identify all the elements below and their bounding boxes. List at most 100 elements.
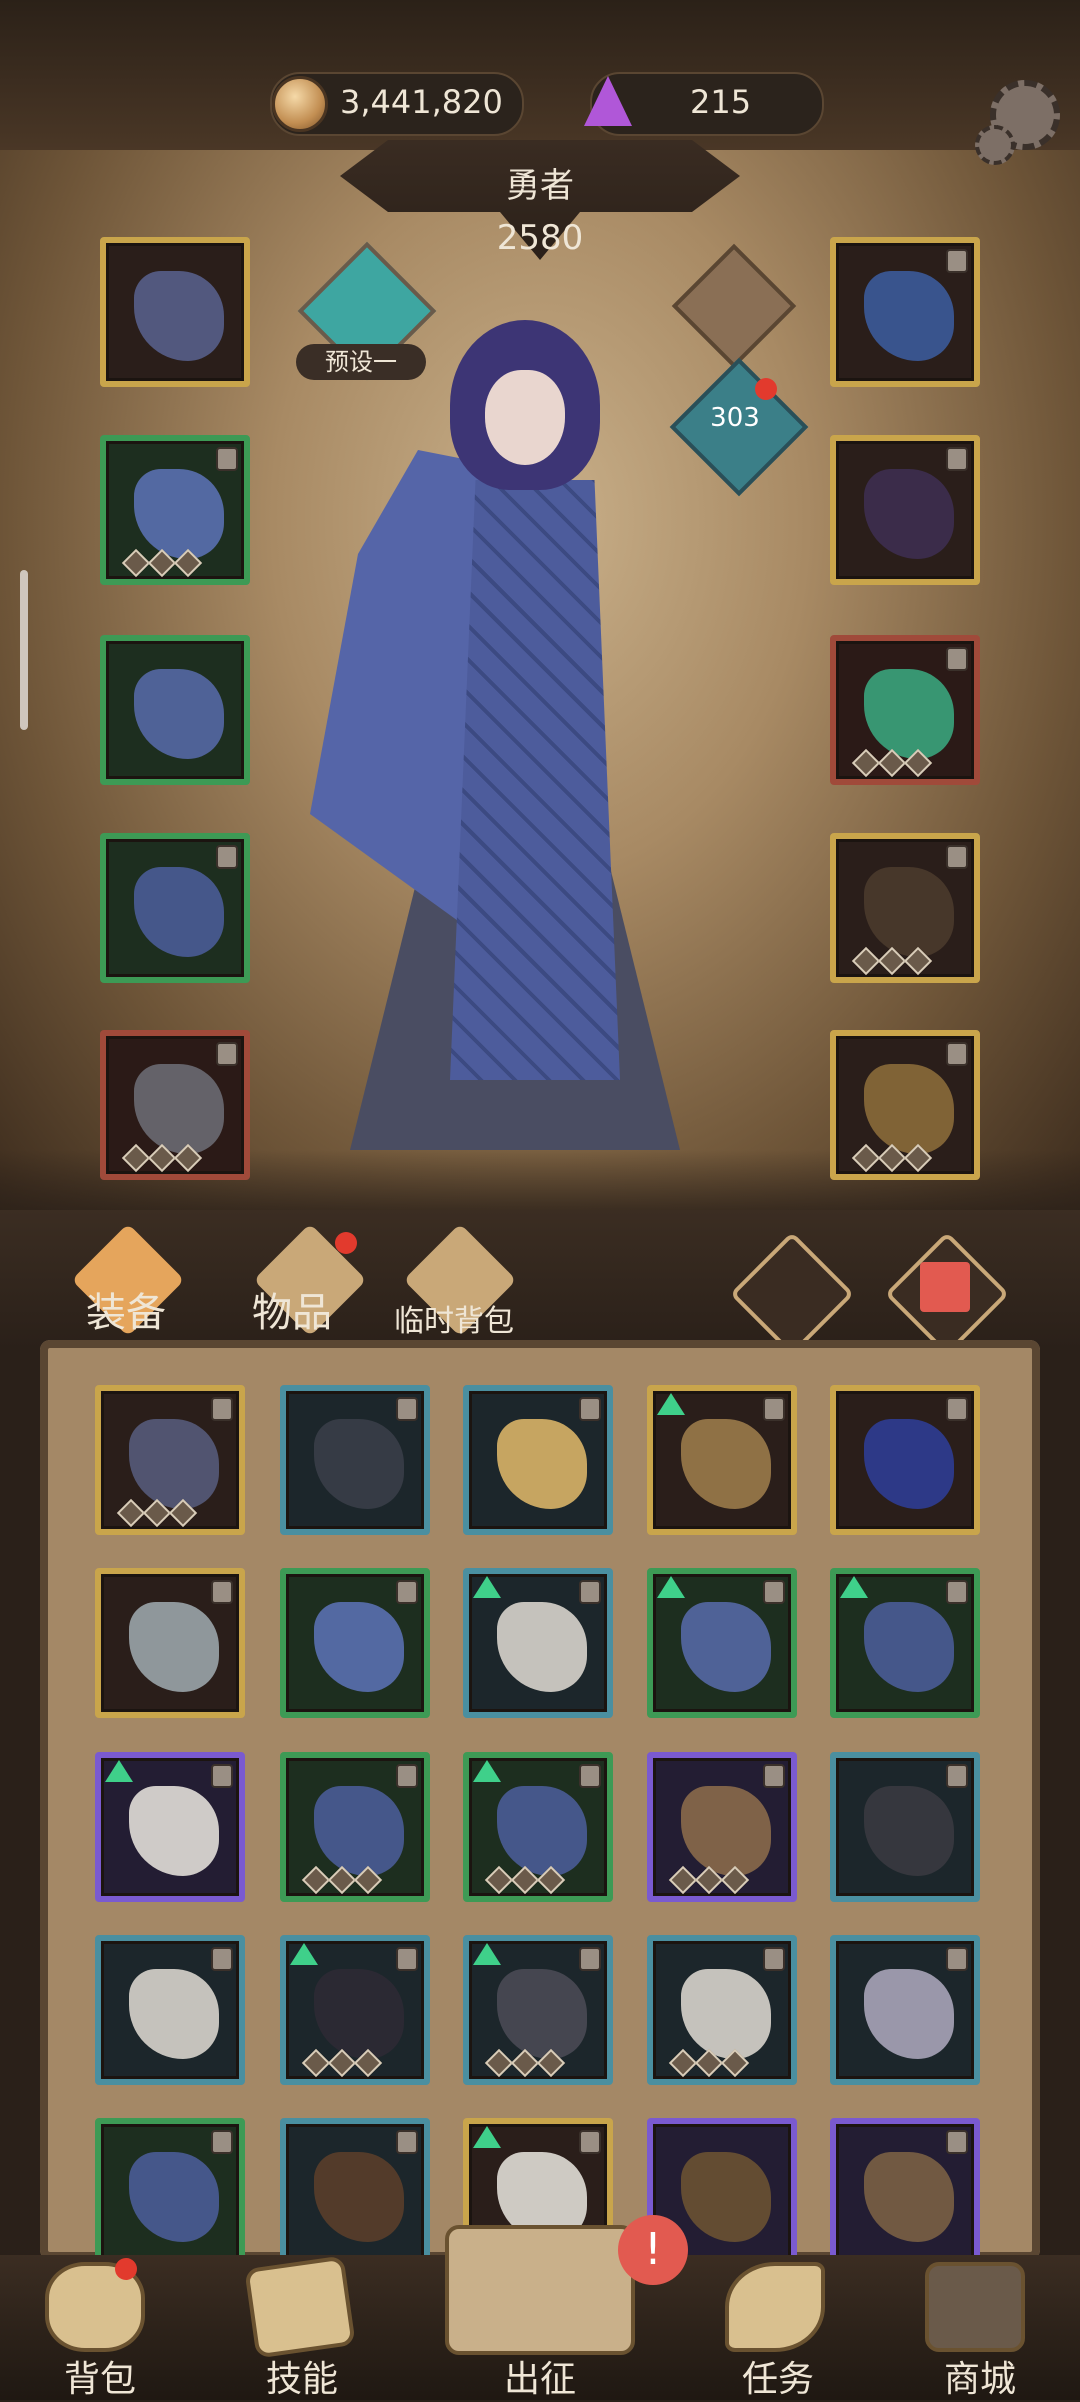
inventory-slot[interactable] xyxy=(463,1385,613,1535)
inventory-slot[interactable] xyxy=(647,1385,797,1535)
inventory-slot[interactable] xyxy=(647,1935,797,2085)
inventory-slot[interactable] xyxy=(830,2118,980,2268)
upgrade-arrow-icon xyxy=(473,2126,501,2148)
equip-slot-amulet[interactable] xyxy=(830,237,980,387)
trash-can-glyph xyxy=(920,1262,970,1312)
tab-items[interactable]: 物品 xyxy=(252,1280,332,1338)
inventory-slot[interactable] xyxy=(280,1568,430,1718)
inventory-slot[interactable] xyxy=(830,1385,980,1535)
equip-slot-gloves[interactable] xyxy=(100,635,250,785)
equip-slot-ring-2[interactable] xyxy=(830,635,980,785)
inventory-slot[interactable] xyxy=(647,1568,797,1718)
lock-icon xyxy=(946,1580,968,1604)
lock-icon xyxy=(216,447,238,471)
inventory-slot[interactable] xyxy=(830,1752,980,1902)
shop-icon[interactable] xyxy=(925,2262,1025,2352)
nav-task[interactable]: 任务 xyxy=(708,2350,848,2402)
lock-icon xyxy=(396,1397,418,1421)
lock-icon xyxy=(211,1397,233,1421)
lock-icon xyxy=(579,1764,601,1788)
equip-slot-boots[interactable] xyxy=(100,1030,250,1180)
lock-icon xyxy=(946,447,968,471)
nav-expedition[interactable]: 出征 xyxy=(470,2350,610,2402)
upgrade-arrow-icon xyxy=(473,1576,501,1598)
lock-icon xyxy=(211,1947,233,1971)
upgrade-arrow-icon xyxy=(657,1393,685,1415)
lock-icon xyxy=(946,845,968,869)
scrollbar[interactable] xyxy=(20,570,28,730)
equip-slot-ring-1[interactable] xyxy=(830,435,980,585)
lock-icon xyxy=(211,1580,233,1604)
lock-icon xyxy=(579,1947,601,1971)
lock-icon xyxy=(763,1947,785,1971)
tab-temp-bag[interactable]: 临时背包 xyxy=(394,1296,514,1340)
skill-icon[interactable] xyxy=(244,2255,356,2359)
inventory-slot[interactable] xyxy=(95,1752,245,1902)
inventory-slot[interactable] xyxy=(95,1568,245,1718)
settings-small-gear-icon xyxy=(975,125,1015,165)
expedition-icon[interactable] xyxy=(445,2225,635,2355)
inventory-slot[interactable] xyxy=(647,1752,797,1902)
lock-icon xyxy=(763,1397,785,1421)
lock-icon xyxy=(763,1764,785,1788)
upgrade-arrow-icon xyxy=(290,1943,318,1965)
inventory-slot[interactable] xyxy=(280,1385,430,1535)
hero-character-art xyxy=(310,300,710,1220)
lock-icon xyxy=(579,1397,601,1421)
lock-icon xyxy=(946,647,968,671)
tab-equipment[interactable]: 装备 xyxy=(86,1280,166,1338)
lock-icon xyxy=(946,1397,968,1421)
nav-skill[interactable]: 技能 xyxy=(232,2350,372,2402)
inventory-slot[interactable] xyxy=(280,1752,430,1902)
lock-icon xyxy=(396,2130,418,2154)
inventory-slot[interactable] xyxy=(280,2118,430,2268)
upgrade-arrow-icon xyxy=(473,1760,501,1782)
inventory-slot[interactable] xyxy=(95,1935,245,2085)
equip-slot-wand[interactable] xyxy=(830,833,980,983)
items-notification-dot xyxy=(335,1232,357,1254)
upgrade-arrow-icon xyxy=(105,1760,133,1782)
lock-icon xyxy=(216,1042,238,1066)
lock-icon xyxy=(946,1947,968,1971)
inventory-slot[interactable] xyxy=(830,1935,980,2085)
lock-icon xyxy=(946,1042,968,1066)
lock-icon xyxy=(396,1580,418,1604)
lock-icon xyxy=(763,1580,785,1604)
nav-shop[interactable]: 商城 xyxy=(910,2350,1050,2402)
lock-icon xyxy=(946,249,968,273)
inventory-slot[interactable] xyxy=(830,1568,980,1718)
lock-icon xyxy=(211,2130,233,2154)
lock-icon xyxy=(216,845,238,869)
inventory-slot[interactable] xyxy=(280,1935,430,2085)
equip-slot-offhand[interactable] xyxy=(830,1030,980,1180)
backpack-notification-dot xyxy=(115,2258,137,2280)
inventory-slot[interactable] xyxy=(463,1935,613,2085)
expedition-alert-icon: ! xyxy=(618,2215,688,2285)
upgrade-arrow-icon xyxy=(473,1943,501,1965)
nav-backpack[interactable]: 背包 xyxy=(30,2350,170,2402)
inventory-slot[interactable] xyxy=(463,1568,613,1718)
lock-icon xyxy=(396,1947,418,1971)
equip-slot-legs[interactable] xyxy=(100,833,250,983)
gem-icon xyxy=(584,76,632,126)
hero-power: 2580 xyxy=(496,218,584,258)
upgrade-arrow-icon xyxy=(840,1576,868,1598)
task-icon[interactable] xyxy=(725,2262,825,2352)
equip-slot-weapon[interactable] xyxy=(100,237,250,387)
lock-icon xyxy=(946,1764,968,1788)
level-notification-dot xyxy=(755,378,777,400)
equip-slot-cloak[interactable] xyxy=(100,435,250,585)
lock-icon xyxy=(946,2130,968,2154)
coin-amount: 3,441,820 xyxy=(340,83,503,121)
lock-icon xyxy=(211,1764,233,1788)
upgrade-arrow-icon xyxy=(657,1576,685,1598)
inventory-slot[interactable] xyxy=(95,1385,245,1535)
lock-icon xyxy=(396,1764,418,1788)
hero-class-name: 勇者 xyxy=(506,166,574,206)
inventory-slot[interactable] xyxy=(463,1752,613,1902)
gem-amount: 215 xyxy=(690,83,752,121)
lock-icon xyxy=(579,2130,601,2154)
inventory-slot[interactable] xyxy=(95,2118,245,2268)
lock-icon xyxy=(579,1580,601,1604)
coin-icon xyxy=(272,76,328,132)
